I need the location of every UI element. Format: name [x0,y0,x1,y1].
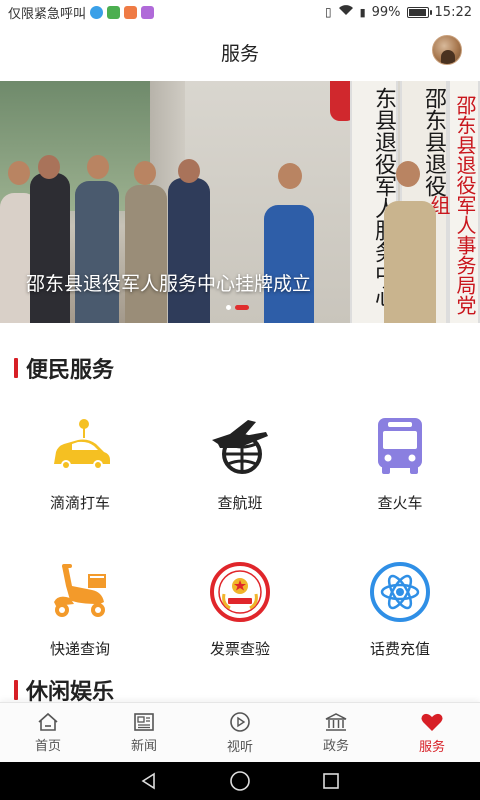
battery-text: 99% [371,4,401,20]
page-header: 服务 [0,24,480,80]
taxi-icon [48,414,112,478]
carousel-dot[interactable] [226,305,231,310]
service-grid: 滴滴打车 查航班 查火车 快递查询 发票查验 话费充值 [0,400,480,692]
play-icon [230,711,250,732]
section-title: 便民服务 [26,358,115,383]
banner-person-head [178,159,200,183]
tab-media[interactable]: 视听 [192,703,288,762]
tab-label: 服务 [418,739,445,755]
avatar[interactable] [432,35,462,65]
courier-scooter-icon [48,560,112,624]
tab-label: 视听 [226,739,253,755]
bottom-nav: 首页 新闻 视听 政务 服务 [0,702,480,762]
banner-person-head [134,161,156,185]
home-circle-icon[interactable] [229,770,251,792]
service-item-courier[interactable]: 快递查询 [0,546,160,692]
app-notification-icon-3 [141,5,155,19]
service-label: 话费充值 [369,640,430,658]
banner-plaque: 邵东县退役军人事务局党组 [427,81,480,323]
banner-person-head [38,155,60,179]
service-label: 滴滴打车 [49,494,110,512]
banner-person [384,201,436,323]
service-item-taxi[interactable]: 滴滴打车 [0,400,160,546]
tab-label: 新闻 [130,738,157,754]
service-item-topup[interactable]: 话费充值 [320,546,480,692]
atom-icon [368,560,432,624]
tab-label: 首页 [34,738,61,754]
carousel-dot-active[interactable] [235,305,249,310]
system-nav-bar [0,762,480,800]
sim-icon: ▮ [359,5,366,19]
tab-government[interactable]: 政务 [288,703,384,762]
section-header-convenience: 便民服务 [14,352,114,384]
banner-person [30,173,70,323]
service-label: 快递查询 [49,640,110,658]
news-icon [134,712,154,731]
plaque-text: 邵东县退役军人事务局党组 [427,95,477,315]
clock-text: 15:22 [434,4,472,20]
wifi-icon [338,4,354,20]
service-item-invoice[interactable]: 发票查验 [160,546,320,692]
banner-person-head [278,163,302,189]
section-accent-bar [14,680,18,700]
app-notification-icon-2 [124,5,138,19]
page-title: 服务 [220,42,259,65]
tab-label: 政务 [322,738,349,754]
home-icon [38,712,58,731]
banner-person [264,205,314,323]
airplane-globe-icon [208,414,272,478]
carousel-indicator [226,305,249,310]
status-bar: 仅限紧急呼叫 ▯ ▮ 99% 15:22 [0,0,480,24]
app-notification-icon [90,5,104,19]
banner-carousel[interactable]: 东县退役军人服务中心 邵东县退役 邵东县退役军人事务局党组 邵东县退役军人服务中… [0,81,480,323]
carrier-text: 仅限紧急呼叫 [8,6,87,22]
download-notification-icon [107,5,121,19]
banner-person-head [8,161,30,185]
service-item-train[interactable]: 查火车 [320,400,480,546]
service-item-flight[interactable]: 查航班 [160,400,320,546]
banner-caption: 邵东县退役军人服务中心挂牌成立 [26,273,312,295]
service-label: 查航班 [217,494,263,512]
back-icon[interactable] [139,771,159,791]
heart-icon [421,713,443,731]
section-accent-bar [14,358,18,378]
banner-person [125,185,167,323]
vibrate-icon: ▯ [324,5,332,19]
service-label: 查火车 [377,494,423,512]
emblem-icon [208,560,272,624]
banner-person [168,178,210,323]
government-icon [325,712,347,731]
tab-services[interactable]: 服务 [384,703,480,762]
bus-icon [368,414,432,478]
battery-icon [406,6,432,18]
banner-person [75,181,119,323]
tab-home[interactable]: 首页 [0,703,96,762]
banner-person-head [87,155,109,179]
service-label: 发票查验 [209,640,270,658]
banner-person-head [396,161,420,187]
tab-news[interactable]: 新闻 [96,703,192,762]
recents-icon[interactable] [321,771,341,791]
